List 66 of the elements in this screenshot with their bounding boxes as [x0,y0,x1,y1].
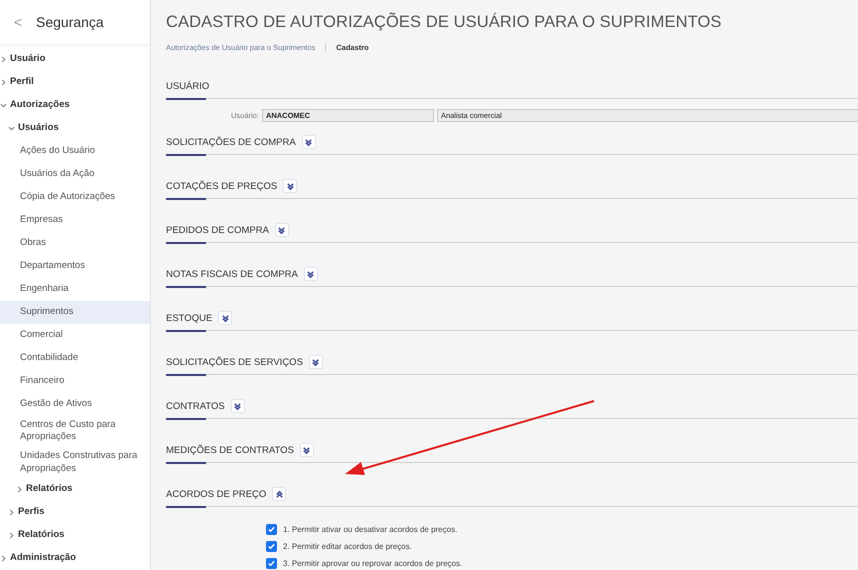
sidebar-group-item[interactable]: Usuários [0,116,150,140]
sidebar-group-item[interactable]: Administração [0,547,150,570]
checkbox[interactable] [266,524,277,535]
section-title: SOLICITAÇÕES DE SERVIÇOS [166,356,303,368]
section-title: ESTOQUE [166,312,212,324]
section-title: ACORDOS DE PREÇO [166,488,266,500]
section-title: MEDIÇÕES DE CONTRATOS [166,444,294,456]
expand-toggle-button[interactable] [230,399,245,413]
double-chevron-down-icon [302,446,312,454]
option-label: 3. Permitir aprovar ou reprovar acordos de preços. [283,559,462,568]
sidebar-item[interactable]: Empresas [0,208,150,232]
section-title: PEDIDOS DE COMPRA [166,224,269,236]
double-chevron-down-icon [286,182,295,190]
double-chevron-down-icon [233,402,242,410]
sidebar-group-item[interactable]: Relatórios [0,524,150,548]
chevron-icon [8,509,15,516]
sidebar-group-item[interactable]: Perfis [0,501,150,524]
expand-toggle-button[interactable] [308,355,323,369]
expand-toggle-button[interactable] [272,487,286,501]
page-title: CADASTRO DE AUTORIZAÇÕES DE USUÁRIO PARA O SUPRIMENTOS [166,13,722,32]
sidebar-item[interactable]: Obras [0,232,150,255]
double-chevron-up-icon [274,490,284,498]
sidebar-item[interactable]: Departamentos [0,254,150,278]
checkbox[interactable] [266,541,277,552]
sidebar-item[interactable]: Usuários da Ação [0,162,150,186]
expand-toggle-button[interactable] [302,135,316,149]
sidebar-group-item[interactable]: Perfil [0,70,150,94]
double-chevron-down-icon [304,138,314,146]
sidebar-item[interactable]: Engenharia [0,278,150,301]
sidebar-item[interactable]: Gestão de Ativos [0,392,150,416]
sidebar-item[interactable]: Ações do Usuário [0,140,150,163]
option-label: 1. Permitir ativar ou desativar acordos de preços. [283,525,458,534]
sidebar-item[interactable]: Comercial [0,324,150,347]
sidebar-item[interactable]: Financeiro [0,370,150,393]
sidebar-group-item[interactable]: Autorizações [0,94,150,117]
expand-toggle-button[interactable] [304,267,318,281]
expand-toggle-button[interactable] [300,443,314,457]
sidebar-item[interactable]: Centros de Custo para Apropriações [0,416,150,447]
sidebar-group-item[interactable]: Usuário [0,48,150,71]
section-title: USUÁRIO [166,80,210,92]
double-chevron-down-icon [306,270,316,278]
double-chevron-down-icon [277,226,286,234]
chevron-icon [16,486,23,494]
sidebar-item[interactable]: Cópia de Autorizações [0,186,150,209]
section-title: NOTAS FISCAIS DE COMPRA [166,268,298,280]
chevron-icon [0,102,7,109]
chevron-icon [0,56,7,63]
section-title: COTAÇÕES DE PREÇOS [166,180,278,192]
sidebar-item[interactable]: Contabilidade [0,346,150,370]
sidebar-item[interactable]: Suprimentos [0,300,150,324]
sidebar-group-item[interactable]: Relatórios [0,478,150,502]
sidebar-title: Segurança [36,14,104,30]
double-chevron-down-icon [311,358,320,366]
chevron-icon [8,532,15,540]
double-chevron-down-icon [220,314,230,322]
expand-toggle-button[interactable] [218,311,232,325]
chevron-icon [0,78,7,86]
chevron-icon [0,555,7,562]
chevron-icon [8,124,15,132]
section-title: SOLICITAÇÕES DE COMPRA [166,136,296,148]
checkbox[interactable] [266,558,277,569]
expand-toggle-button[interactable] [274,223,289,237]
option-label: 2. Permitir editar acordos de preços. [283,542,412,551]
expand-toggle-button[interactable] [283,179,298,193]
sidebar-item[interactable]: Unidades Construtivas para Apropriações [0,446,150,478]
section-title: CONTRATOS [166,400,225,412]
